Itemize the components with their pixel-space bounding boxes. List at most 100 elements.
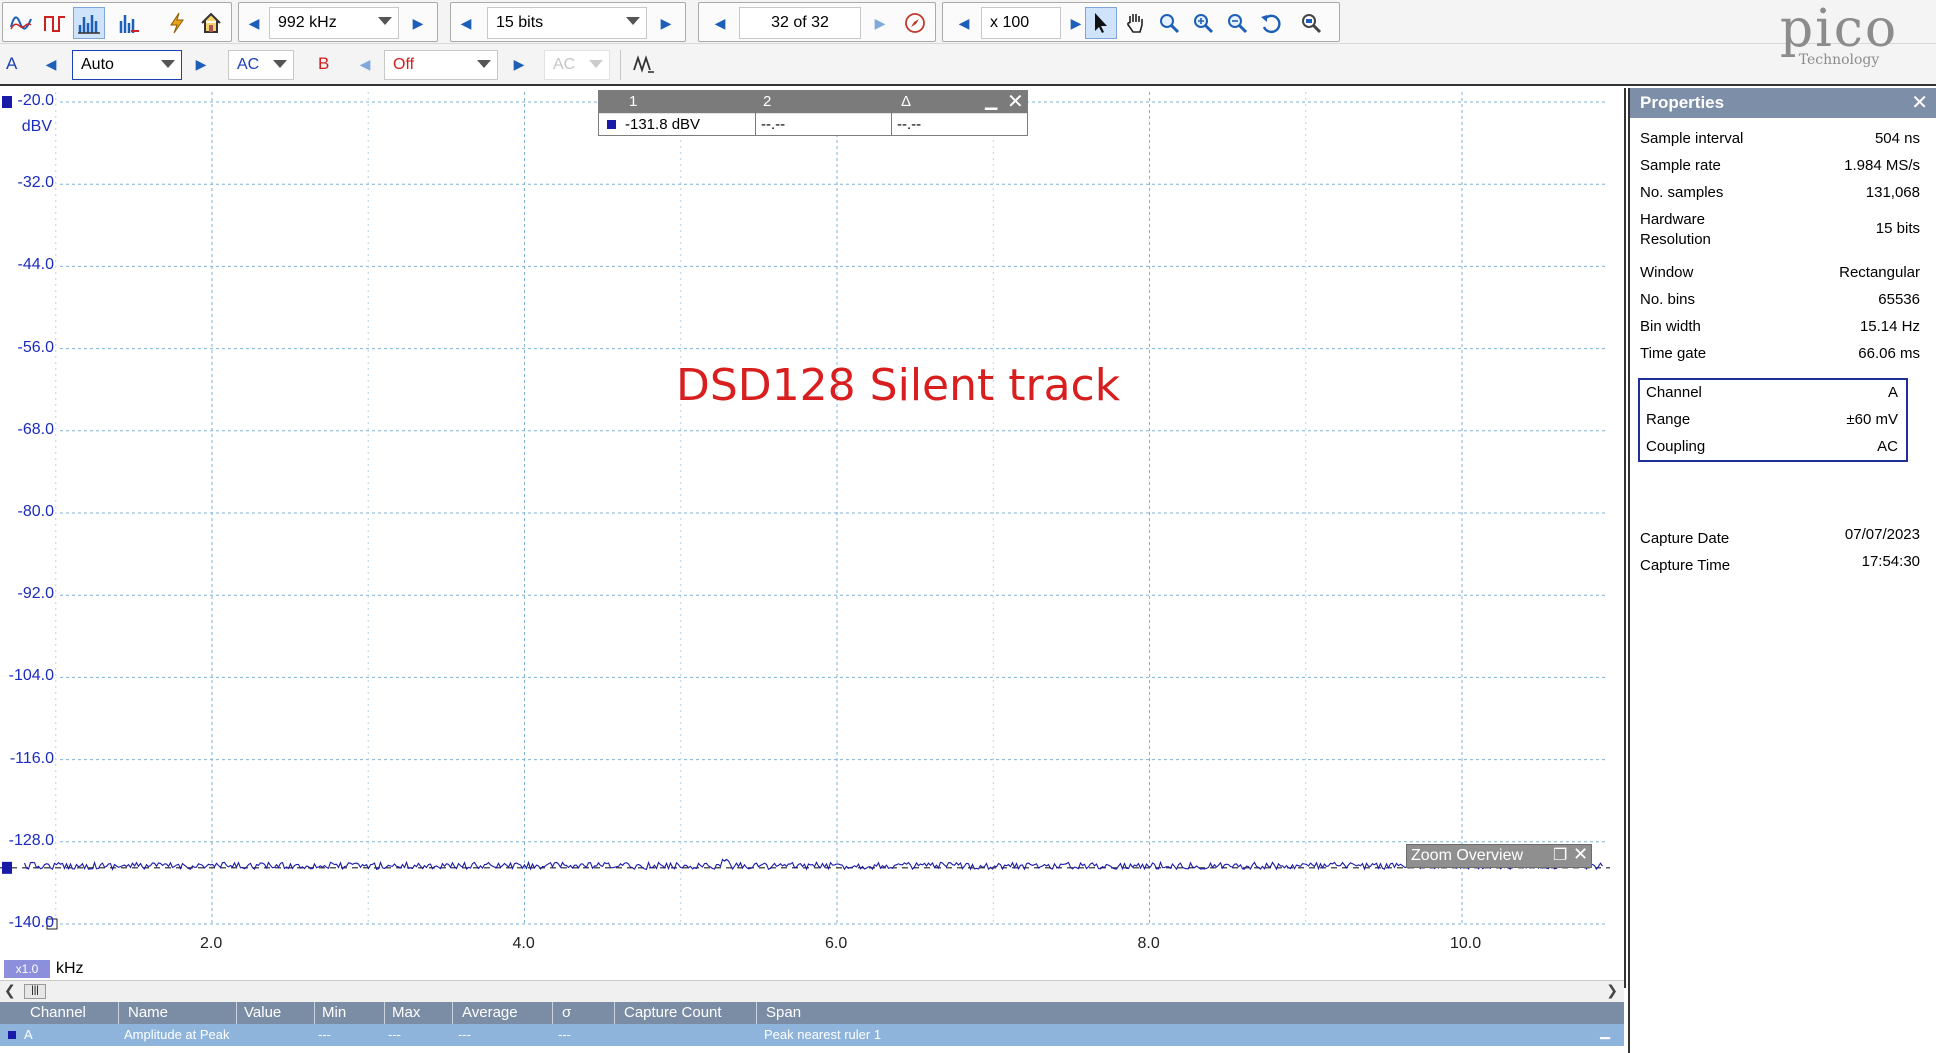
chevron-down-icon (161, 60, 175, 68)
column-divider[interactable] (118, 1002, 119, 1024)
property-key: Bin width (1640, 318, 1701, 335)
resolution-prev-icon[interactable]: ◀ (453, 9, 479, 37)
restore-icon[interactable]: ❐ (1553, 845, 1567, 865)
measurement-column-header[interactable]: σ (562, 1004, 571, 1021)
measurement-column-header[interactable]: Capture Count (624, 1004, 722, 1021)
spectrum-range-value: 992 kHz (278, 14, 337, 31)
zoom-area-icon[interactable] (1153, 7, 1185, 39)
measurement-column-header[interactable]: Average (462, 1004, 518, 1021)
measurement-column-header[interactable]: Max (392, 1004, 420, 1021)
channel-a-button[interactable]: A (6, 54, 17, 74)
y-tick-label: -32.0 (17, 174, 54, 192)
close-icon[interactable]: ✕ (1573, 844, 1588, 865)
spectrum-mode-icon[interactable] (73, 7, 105, 39)
measurement-cell: A (24, 1027, 33, 1042)
capture-prev-icon[interactable]: ◀ (707, 9, 733, 37)
channel-a-range-prev-icon[interactable]: ◀ (38, 50, 64, 78)
capture-next-icon[interactable]: ▶ (867, 9, 893, 37)
scroll-left-icon[interactable]: ❮ (4, 982, 16, 999)
measurements-table: Channel Name Value Min Max Average σ Capture Co… (0, 1002, 1624, 1050)
measurement-column-header[interactable]: Min (322, 1004, 346, 1021)
y-axis-unit: dBV (21, 118, 52, 135)
spectrum-range-select[interactable]: 992 kHz (269, 7, 399, 39)
measurement-column-header[interactable]: Channel (30, 1004, 86, 1021)
zoom-group: ◀ x 100 ▶ (942, 2, 1340, 42)
column-divider[interactable] (552, 1002, 553, 1024)
property-value: A (1887, 384, 1898, 401)
column-divider[interactable] (452, 1002, 453, 1024)
plot-grid (55, 92, 1606, 925)
annotation-text: DSD128 Silent track (676, 360, 1121, 411)
property-key: No. bins (1640, 291, 1696, 308)
math-channel-icon[interactable] (628, 48, 660, 80)
close-icon[interactable]: ✕ (1007, 89, 1024, 114)
spectrum-plot[interactable]: -20.0 -32.0 -44.0 -56.0 -68.0 -80.0 -92.0 -104.… (0, 88, 1626, 988)
resolution-next-icon[interactable]: ▶ (653, 9, 679, 37)
property-key: Hardware Resolution (1640, 211, 1711, 248)
column-divider[interactable] (236, 1002, 237, 1024)
channel-b-coupling-value: AC (553, 56, 576, 73)
scroll-thumb[interactable]: ||| (24, 984, 46, 999)
measurement-cell: --- (558, 1027, 571, 1042)
y-tick-label: -68.0 (17, 420, 54, 438)
minimize-icon[interactable]: ▁ (1600, 1024, 1610, 1040)
x-tick-label: 10.0 (1450, 935, 1482, 952)
close-icon[interactable]: ✕ (1911, 90, 1928, 115)
channel-properties-box: Channel A Range ±60 mV Coupling AC (1638, 378, 1908, 462)
home-icon[interactable] (195, 7, 227, 39)
compass-icon[interactable] (899, 7, 931, 39)
scope-mode-icon[interactable] (5, 7, 37, 39)
property-key: Time gate (1640, 345, 1707, 362)
measurement-column-header[interactable]: Value (244, 1004, 281, 1021)
property-key: Range (1646, 411, 1691, 428)
zoom-overview-panel[interactable]: Zoom Overview ❐ ✕ (1406, 844, 1592, 868)
pointer-tool-icon[interactable] (1085, 7, 1117, 39)
spectrum-view-icon[interactable] (113, 7, 145, 39)
channel-a-marker (8, 1031, 16, 1039)
measurement-row[interactable]: A Amplitude at Peak --- --- --- --- Peak neare… (0, 1024, 1624, 1046)
range-prev-icon[interactable]: ◀ (241, 9, 267, 37)
property-key: Capture Time (1640, 557, 1731, 574)
channel-b-range-prev-icon[interactable]: ◀ (352, 50, 378, 78)
x-tick-label: 8.0 (1137, 935, 1160, 952)
zoom-overview-icon[interactable] (1295, 7, 1327, 39)
zoom-in-icon[interactable] (1187, 7, 1219, 39)
y-tick-label: -104.0 (8, 667, 54, 685)
ruler-legend[interactable]: 1 2 Δ ▁ ✕ -131.8 dBV --.-- --.-- (598, 90, 1028, 136)
channel-b-coupling-select[interactable]: AC (544, 50, 610, 80)
chevron-down-icon (273, 60, 287, 68)
zoom-out-icon[interactable] (1221, 7, 1253, 39)
channel-a-range-select[interactable]: Auto (72, 50, 182, 80)
horizontal-scrollbar[interactable]: ❮ ||| ❯ (0, 980, 1624, 1002)
channel-b-button[interactable]: B (318, 54, 329, 74)
property-key: Window (1640, 264, 1694, 281)
column-divider[interactable] (614, 1002, 615, 1024)
channel-a-coupling-select[interactable]: AC (228, 50, 294, 80)
column-divider[interactable] (384, 1002, 385, 1024)
channel-b-range-select[interactable]: Off (384, 50, 498, 80)
measurement-column-header[interactable]: Name (128, 1004, 168, 1021)
persistence-mode-icon[interactable] (39, 7, 71, 39)
ruler-values-row: -131.8 dBV --.-- --.-- (599, 114, 1027, 135)
measurement-column-header[interactable]: Span (766, 1004, 801, 1021)
resolution-select[interactable]: 15 bits (487, 7, 647, 39)
column-divider[interactable] (314, 1002, 315, 1024)
channel-b-range-next-icon[interactable]: ▶ (506, 50, 532, 78)
zoom-prev-icon[interactable]: ◀ (951, 9, 977, 37)
auto-setup-icon[interactable] (161, 7, 193, 39)
minimize-icon[interactable]: ▁ (985, 91, 997, 111)
zoom-overview-title: Zoom Overview (1411, 847, 1524, 864)
channel-a-range-next-icon[interactable]: ▶ (188, 50, 214, 78)
column-divider[interactable] (756, 1002, 757, 1024)
pico-logo: pico Technology (1754, 2, 1924, 82)
measurement-cell: Amplitude at Peak (124, 1027, 230, 1042)
range-next-icon[interactable]: ▶ (405, 9, 431, 37)
capture-position-field[interactable]: 32 of 32 (739, 7, 861, 39)
zoom-factor-field[interactable]: x 100 (981, 7, 1061, 39)
hand-tool-icon[interactable] (1119, 7, 1151, 39)
scroll-right-icon[interactable]: ❯ (1606, 982, 1618, 999)
measurement-cell: --- (318, 1027, 331, 1042)
properties-title-text: Properties (1640, 93, 1725, 112)
undo-zoom-icon[interactable] (1255, 7, 1287, 39)
y-tick-label: -140.0 (8, 914, 54, 931)
